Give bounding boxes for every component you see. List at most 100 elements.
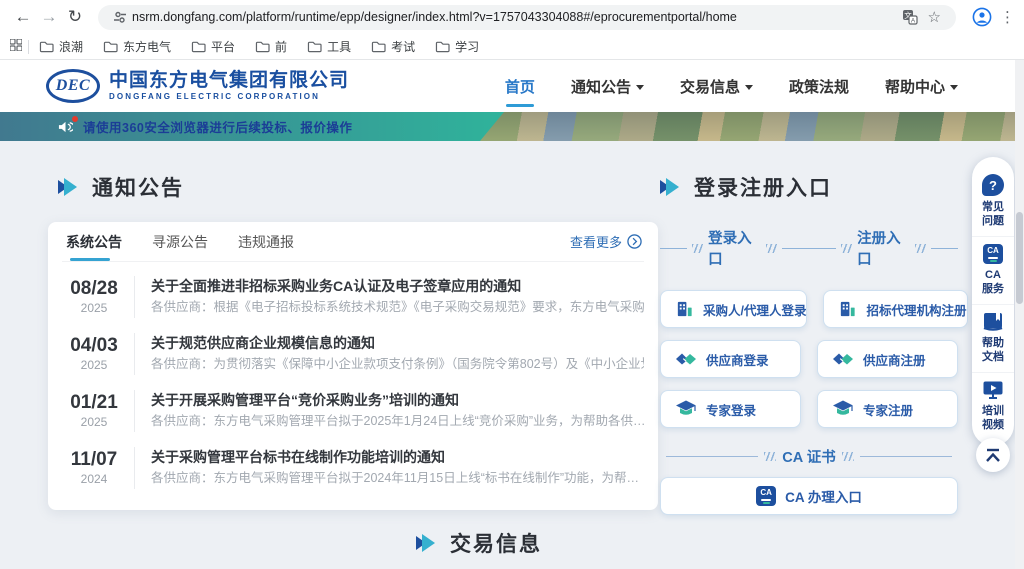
chevron-right-circle-icon: [627, 234, 642, 249]
notice-desc: 各供应商：东方电气采购管理平台拟于2025年1月24日上线“竞价采购”业务，为帮…: [151, 411, 644, 431]
bookmark-folder-platform[interactable]: 平台: [191, 38, 235, 55]
bidding-agency-register-button[interactable]: 招标代理机构注册: [823, 290, 967, 328]
bookmark-label: 学习: [455, 38, 479, 55]
svg-text:A: A: [910, 17, 915, 24]
chevron-down-icon: [950, 85, 958, 90]
ca-badge-icon: CA: [983, 244, 1003, 264]
translate-icon[interactable]: 文A: [902, 9, 918, 25]
nav-item-help-center[interactable]: 帮助中心: [885, 70, 958, 103]
divider: [134, 333, 135, 375]
section-arrow-icon: [416, 534, 436, 552]
login-entry-header: 登录入口: [660, 227, 809, 269]
bookmark-label: 考试: [391, 38, 415, 55]
apps-grid-icon[interactable]: [10, 38, 22, 56]
video-icon: [982, 380, 1004, 400]
notice-list: 08/282025 关于全面推进非招标采购业务CA认证及电子签章应用的通知各供应…: [62, 262, 644, 496]
dec-logo-oval: DEC: [46, 69, 100, 103]
notice-date: 08/28: [62, 278, 126, 300]
expert-register-button[interactable]: 专家注册: [817, 390, 958, 428]
book-icon: [982, 312, 1004, 332]
handshake-icon: [675, 351, 697, 367]
chevron-down-icon: [636, 85, 644, 90]
screen: ← → ↻ nsrm.dongfang.com/platform/runtime…: [0, 0, 1024, 569]
site-info-icon[interactable]: [113, 10, 127, 24]
notice-year: 2025: [62, 357, 126, 373]
tab-violation-reports[interactable]: 违规通报: [236, 221, 296, 263]
main-nav: 首页 通知公告 交易信息 政策法规 帮助中心: [505, 70, 958, 103]
bookmark-label: 工具: [327, 38, 351, 55]
company-name-en: DONGFANG ELECTRIC CORPORATION: [109, 92, 349, 102]
notices-section-title: 通知公告: [58, 172, 184, 202]
help-docs-item[interactable]: 帮助文档: [972, 304, 1014, 372]
ca-apply-button[interactable]: CA CA 办理入口: [660, 477, 958, 515]
notice-date: 04/03: [62, 335, 126, 357]
bookmark-star-icon[interactable]: ☆: [928, 8, 941, 26]
bookmarks-bar: 浪潮 东方电气 平台 前 工具 考试 学习: [0, 34, 1024, 60]
notice-item[interactable]: 11/072024 关于采购管理平台标书在线制作功能培训的通知各供应商：东方电气…: [62, 439, 644, 496]
bookmark-folder-front[interactable]: 前: [255, 38, 287, 55]
handshake-icon: [832, 351, 854, 367]
expert-login-button[interactable]: 专家登录: [660, 390, 801, 428]
bookmark-folder-exam[interactable]: 考试: [371, 38, 415, 55]
notice-item[interactable]: 04/032025 关于规范供应商企业规模信息的通知各供应商：为贯彻落实《保障中…: [62, 325, 644, 382]
tab-sourcing-notices[interactable]: 寻源公告: [150, 221, 210, 263]
building-icon: [838, 300, 857, 319]
notices-tabs: 系统公告 寻源公告 违规通报 查看更多: [62, 222, 644, 262]
floating-side-rail: ? 常见问题 CA CA服务 帮助文档 培训视频: [972, 157, 1014, 446]
section-arrow-icon: [58, 178, 78, 196]
trade-section-title: 交易信息: [0, 528, 958, 558]
nav-item-home[interactable]: 首页: [505, 70, 535, 103]
notice-desc: 各供应商：东方电气采购管理平台拟于2024年11月15日上线“标书在线制作”功能…: [151, 468, 644, 488]
notice-ribbon: 请使用360安全浏览器进行后续投标、报价操作: [0, 112, 504, 141]
notice-item[interactable]: 01/212025 关于开展采购管理平台“竞价采购业务”培训的通知各供应商：东方…: [62, 382, 644, 439]
nav-item-policies[interactable]: 政策法规: [789, 70, 849, 103]
training-videos-item[interactable]: 培训视频: [972, 372, 1014, 440]
company-name-cn: 中国东方电气集团有限公司: [109, 70, 349, 92]
nav-item-trade-info[interactable]: 交易信息: [680, 70, 753, 103]
bookmark-folder-tools[interactable]: 工具: [307, 38, 351, 55]
supplier-register-button[interactable]: 供应商注册: [817, 340, 958, 378]
graduation-cap-icon: [675, 400, 697, 418]
notices-card: 系统公告 寻源公告 违规通报 查看更多 08/282025 关于全面推进非招标采…: [48, 222, 658, 510]
notice-date: 11/07: [62, 449, 126, 471]
notification-dot: [72, 116, 78, 122]
bookmark-label: 平台: [211, 38, 235, 55]
bookmark-folder-langchao[interactable]: 浪潮: [39, 38, 83, 55]
company-logo[interactable]: DEC 中国东方电气集团有限公司 DONGFANG ELECTRIC CORPO…: [46, 69, 349, 103]
page-scrollbar[interactable]: [1015, 60, 1024, 569]
faq-item[interactable]: ? 常见问题: [972, 167, 1014, 236]
bookmark-folder-dongfang[interactable]: 东方电气: [103, 38, 171, 55]
notice-year: 2024: [62, 471, 126, 487]
bookmark-folder-study[interactable]: 学习: [435, 38, 479, 55]
login-section-title: 登录注册入口: [660, 172, 958, 202]
bookmarks-divider: [28, 40, 29, 54]
profile-avatar[interactable]: [972, 7, 992, 27]
address-bar[interactable]: nsrm.dongfang.com/platform/runtime/epp/d…: [98, 5, 956, 30]
login-register-panel: 登录注册入口 登录入口 注册入口 采购人/代理人登录 招标代理机构注册 供应商: [660, 172, 958, 515]
notice-title: 关于采购管理平台标书在线制作功能培训的通知: [151, 447, 644, 468]
menu-kebab-icon[interactable]: ⋮: [1000, 8, 1014, 26]
forward-button[interactable]: →: [36, 7, 62, 27]
back-button[interactable]: ←: [10, 7, 36, 27]
browser-toolbar: ← → ↻ nsrm.dongfang.com/platform/runtime…: [0, 0, 1024, 34]
bookmark-label: 前: [275, 38, 287, 55]
notice-date: 01/21: [62, 392, 126, 414]
section-arrow-icon: [660, 178, 680, 196]
url-text: nsrm.dongfang.com/platform/runtime/epp/d…: [132, 10, 897, 24]
graduation-cap-icon: [832, 400, 854, 418]
tab-system-notices[interactable]: 系统公告: [64, 221, 124, 263]
ca-service-item[interactable]: CA CA服务: [972, 236, 1014, 304]
notice-item[interactable]: 08/282025 关于全面推进非招标采购业务CA认证及电子签章应用的通知各供应…: [62, 268, 644, 325]
reload-button[interactable]: ↻: [62, 7, 88, 27]
notice-year: 2025: [62, 300, 126, 316]
ca-cert-header: CA 证书: [660, 446, 958, 467]
scrollbar-thumb[interactable]: [1016, 212, 1023, 304]
site-header: DEC 中国东方电气集团有限公司 DONGFANG ELECTRIC CORPO…: [0, 60, 1024, 112]
supplier-login-button[interactable]: 供应商登录: [660, 340, 801, 378]
ca-badge-icon: CA: [756, 486, 776, 506]
back-to-top-button[interactable]: [976, 438, 1010, 472]
view-more-link[interactable]: 查看更多: [570, 232, 642, 251]
purchaser-agent-login-button[interactable]: 采购人/代理人登录: [660, 290, 807, 328]
notice-title: 关于规范供应商企业规模信息的通知: [151, 333, 644, 354]
nav-item-notices[interactable]: 通知公告: [571, 70, 644, 103]
